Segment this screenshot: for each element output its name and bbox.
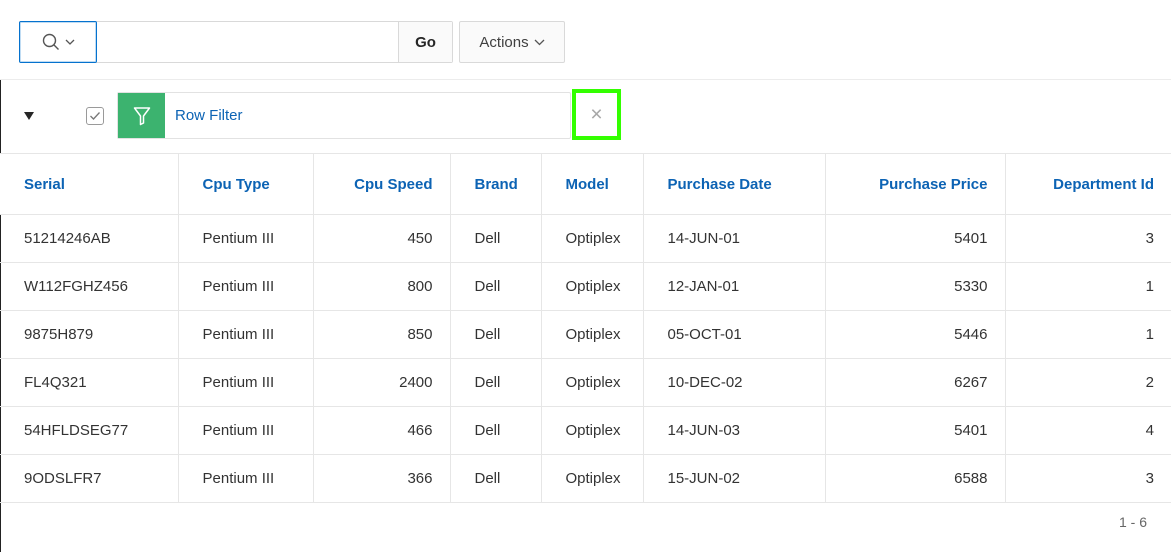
- column-header-cpu-type[interactable]: Cpu Type: [177, 153, 314, 215]
- search-bar: Go: [19, 21, 453, 63]
- table-row: 9ODSLFR7 Pentium III 366 Dell Optiplex 1…: [0, 454, 1171, 503]
- cell-purchase-date: 10-DEC-02: [642, 358, 826, 407]
- actions-label: Actions: [479, 33, 529, 51]
- cell-model: Optiplex: [540, 454, 644, 503]
- cell-purchase-price: 6267: [824, 358, 1006, 407]
- cell-model: Optiplex: [540, 406, 644, 455]
- cell-purchase-price: 6588: [824, 454, 1006, 503]
- table-row: 51214246AB Pentium III 450 Dell Optiplex…: [0, 214, 1171, 263]
- search-column-selector[interactable]: [19, 21, 97, 63]
- chevron-down-icon: [534, 39, 545, 46]
- pagination-range: 1 - 6: [1118, 514, 1147, 530]
- cell-brand: Dell: [449, 358, 542, 407]
- cell-purchase-price: 5330: [824, 262, 1006, 311]
- cell-purchase-price: 5401: [824, 406, 1006, 455]
- table-row: 54HFLDSEG77 Pentium III 466 Dell Optiple…: [0, 406, 1171, 455]
- cell-purchase-date: 15-JUN-02: [642, 454, 826, 503]
- header-row: Serial Cpu Type Cpu Speed Brand Model Pu…: [0, 153, 1171, 215]
- column-header-purchase-price[interactable]: Purchase Price: [824, 153, 1006, 215]
- cell-model: Optiplex: [540, 262, 644, 311]
- report-settings-row: Row Filter ×: [0, 80, 1171, 153]
- column-header-department-id[interactable]: Department Id: [1004, 153, 1171, 215]
- cell-department-id: 4: [1004, 406, 1171, 455]
- cell-purchase-date: 14-JUN-03: [642, 406, 826, 455]
- checkmark-icon: [90, 112, 100, 120]
- cell-brand: Dell: [449, 454, 542, 503]
- cell-serial: 9875H879: [0, 310, 179, 359]
- cell-cpu-speed: 366: [312, 454, 451, 503]
- column-header-cpu-speed[interactable]: Cpu Speed: [312, 153, 451, 215]
- cell-cpu-type: Pentium III: [177, 310, 314, 359]
- cell-serial: 9ODSLFR7: [0, 454, 179, 503]
- cell-purchase-price: 5401: [824, 214, 1006, 263]
- funnel-icon: [133, 106, 150, 125]
- cell-model: Optiplex: [540, 358, 644, 407]
- cell-department-id: 1: [1004, 262, 1171, 311]
- cell-cpu-speed: 2400: [312, 358, 451, 407]
- cell-department-id: 3: [1004, 454, 1171, 503]
- cell-purchase-price: 5446: [824, 310, 1006, 359]
- row-filter-pill[interactable]: Row Filter: [117, 92, 571, 139]
- go-button[interactable]: Go: [398, 22, 452, 62]
- cell-purchase-date: 05-OCT-01: [642, 310, 826, 359]
- column-header-serial[interactable]: Serial: [0, 153, 179, 215]
- cell-purchase-date: 12-JAN-01: [642, 262, 826, 311]
- cell-cpu-speed: 450: [312, 214, 451, 263]
- cell-department-id: 1: [1004, 310, 1171, 359]
- cell-serial: FL4Q321: [0, 358, 179, 407]
- cell-department-id: 2: [1004, 358, 1171, 407]
- cell-cpu-type: Pentium III: [177, 454, 314, 503]
- filter-icon-box: [118, 93, 165, 138]
- search-input[interactable]: [97, 22, 398, 62]
- cell-cpu-type: Pentium III: [177, 214, 314, 263]
- cell-serial: 51214246AB: [0, 214, 179, 263]
- cell-brand: Dell: [449, 262, 542, 311]
- cell-purchase-date: 14-JUN-01: [642, 214, 826, 263]
- column-header-brand[interactable]: Brand: [449, 153, 542, 215]
- cell-serial: 54HFLDSEG77: [0, 406, 179, 455]
- column-header-model[interactable]: Model: [540, 153, 644, 215]
- cell-model: Optiplex: [540, 214, 644, 263]
- cell-cpu-type: Pentium III: [177, 406, 314, 455]
- close-icon: ×: [590, 102, 603, 126]
- actions-menu-button[interactable]: Actions: [459, 21, 565, 63]
- filter-enable-checkbox[interactable]: [86, 107, 104, 125]
- table-row: FL4Q321 Pentium III 2400 Dell Optiplex 1…: [0, 358, 1171, 407]
- cell-cpu-type: Pentium III: [177, 262, 314, 311]
- table-row: 9875H879 Pentium III 850 Dell Optiplex 0…: [0, 310, 1171, 359]
- cell-brand: Dell: [449, 310, 542, 359]
- cell-department-id: 3: [1004, 214, 1171, 263]
- cell-cpu-type: Pentium III: [177, 358, 314, 407]
- cell-brand: Dell: [449, 406, 542, 455]
- row-filter-label: Row Filter: [175, 107, 243, 124]
- chevron-down-icon: [65, 39, 74, 45]
- cell-serial: W112FGHZ456: [0, 262, 179, 311]
- report-table: Serial Cpu Type Cpu Speed Brand Model Pu…: [0, 153, 1171, 503]
- search-icon: [42, 33, 59, 50]
- cell-cpu-speed: 466: [312, 406, 451, 455]
- cell-cpu-speed: 800: [312, 262, 451, 311]
- cell-cpu-speed: 850: [312, 310, 451, 359]
- triangle-down-icon[interactable]: [24, 112, 34, 120]
- table-row: W112FGHZ456 Pentium III 800 Dell Optiple…: [0, 262, 1171, 311]
- column-header-purchase-date[interactable]: Purchase Date: [642, 153, 826, 215]
- report-toolbar: Go Actions: [0, 0, 1171, 80]
- remove-filter-button[interactable]: ×: [572, 89, 621, 140]
- cell-model: Optiplex: [540, 310, 644, 359]
- cell-brand: Dell: [449, 214, 542, 263]
